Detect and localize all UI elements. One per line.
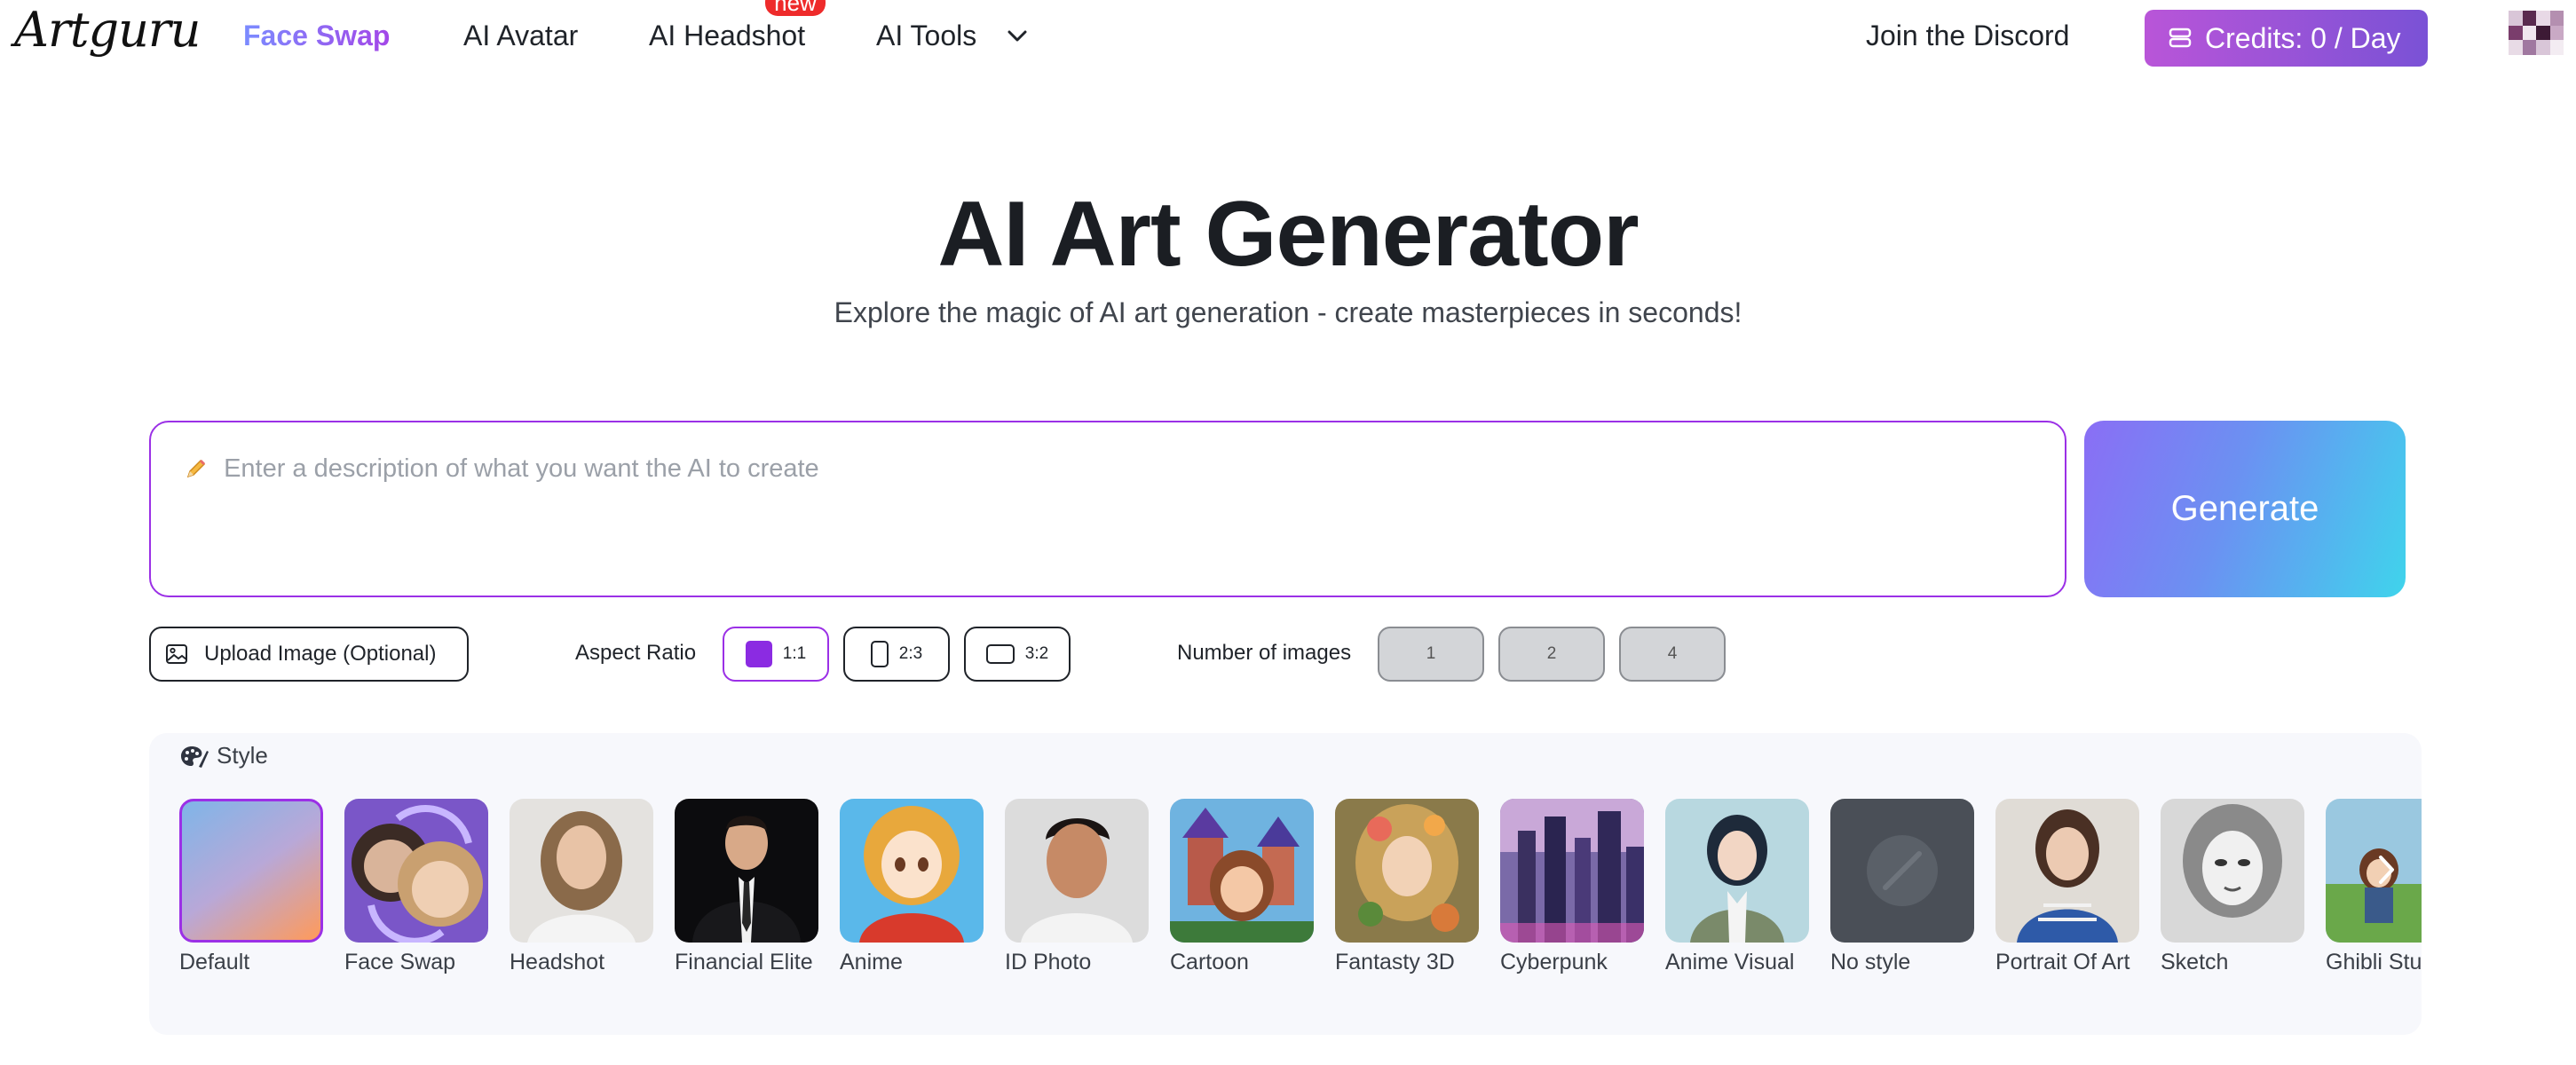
style-cartoon[interactable]: Cartoon	[1170, 799, 1314, 978]
style-headshot[interactable]: Headshot	[510, 799, 653, 978]
style-anime-thumb	[840, 799, 984, 943]
nav-ai-avatar[interactable]: AI Avatar	[463, 20, 578, 52]
number-of-images-label: Number of images	[1177, 641, 1352, 665]
style-face-swap-thumb	[344, 799, 488, 943]
style-fantasy-3d-thumb	[1335, 799, 1479, 943]
chevron-right-icon	[2379, 856, 2394, 884]
num-images-4-button[interactable]: 4	[1619, 627, 1726, 682]
no-style-icon	[1867, 835, 1938, 906]
style-anime-visual[interactable]: Anime Visual	[1665, 799, 1809, 978]
style-label: Sketch	[2161, 950, 2229, 974]
style-face-swap[interactable]: Face Swap	[344, 799, 488, 978]
ratio-1-1-button[interactable]: 1:1	[723, 627, 829, 682]
nav-face-swap[interactable]: Face Swap	[243, 20, 390, 52]
chevron-down-icon[interactable]	[1004, 23, 1031, 50]
upload-image-label: Upload Image (Optional)	[204, 642, 437, 666]
style-financial-elite-thumb	[675, 799, 818, 943]
style-cartoon-thumb	[1170, 799, 1314, 943]
style-default[interactable]: Default	[179, 799, 323, 978]
style-label: Face Swap	[344, 950, 456, 974]
style-no-style[interactable]: No style	[1830, 799, 1974, 978]
portrait-rect-icon	[870, 641, 889, 667]
style-sketch[interactable]: Sketch	[2161, 799, 2304, 978]
style-id-photo[interactable]: ID Photo	[1005, 799, 1149, 978]
style-label: Cyberpunk	[1500, 950, 1608, 974]
user-avatar[interactable]	[2509, 11, 2564, 55]
style-heading: Style	[217, 742, 268, 769]
ratio-3-2-label: 3:2	[1024, 644, 1049, 663]
style-headshot-thumb	[510, 799, 653, 943]
style-cyberpunk-thumb	[1500, 799, 1644, 943]
style-portrait-of-art-thumb	[1995, 799, 2139, 943]
top-nav: Artguru Face Swap AI Avatar AI Headshot …	[0, 0, 2576, 80]
style-label: ID Photo	[1005, 950, 1092, 974]
palette-icon	[181, 746, 209, 768]
style-label: Ghibli Studio	[2326, 950, 2422, 974]
style-label: Anime Visual	[1665, 950, 1795, 974]
style-header: Style	[179, 742, 268, 769]
style-anime[interactable]: Anime	[840, 799, 984, 978]
ratio-3-2-button[interactable]: 3:2	[964, 627, 1071, 682]
prompt-input[interactable]: Enter a description of what you want the…	[149, 421, 2066, 597]
style-next-button[interactable]	[2365, 843, 2407, 896]
pencil-icon	[185, 454, 215, 483]
nav-ai-headshot[interactable]: AI Headshot	[649, 20, 805, 52]
style-label: Headshot	[510, 950, 605, 974]
num-images-2-button[interactable]: 2	[1498, 627, 1605, 682]
ratio-2-3-label: 2:3	[898, 644, 923, 663]
join-discord-link[interactable]: Join the Discord	[1866, 20, 2069, 52]
nav-ai-tools[interactable]: AI Tools	[876, 20, 976, 52]
image-icon	[166, 644, 187, 664]
upload-image-button[interactable]: Upload Image (Optional)	[149, 627, 469, 682]
style-portrait-of-art[interactable]: Portrait Of Art	[1995, 799, 2139, 978]
style-default-thumb	[179, 799, 323, 943]
ratio-1-1-label: 1:1	[782, 644, 807, 663]
landscape-rect-icon	[985, 644, 1015, 664]
artguru-logo[interactable]: Artguru	[14, 2, 201, 58]
style-label: Fantasty 3D	[1335, 950, 1455, 974]
generate-button[interactable]: Generate	[2084, 421, 2406, 597]
style-sketch-thumb	[2161, 799, 2304, 943]
style-label: Financial Elite	[675, 950, 813, 974]
style-financial-elite[interactable]: Financial Elite	[675, 799, 818, 978]
square-icon	[745, 641, 772, 667]
credits-button[interactable]: Credits: 0 / Day	[2145, 10, 2428, 67]
aspect-ratio-label: Aspect Ratio	[575, 641, 697, 665]
page-title: AI Art Generator	[937, 183, 1639, 286]
ratio-2-3-button[interactable]: 2:3	[843, 627, 950, 682]
style-panel: Style Default Face Swap Headshot Financi…	[149, 733, 2422, 1035]
prompt-placeholder: Enter a description of what you want the…	[224, 454, 819, 483]
style-cyberpunk[interactable]: Cyberpunk	[1500, 799, 1644, 978]
style-anime-visual-thumb	[1665, 799, 1809, 943]
style-label: Default	[179, 950, 250, 974]
style-label: Portrait Of Art	[1995, 950, 2130, 974]
page-subtitle: Explore the magic of AI art generation -…	[834, 296, 1742, 328]
style-fantasy-3d[interactable]: Fantasty 3D	[1335, 799, 1479, 978]
style-label: No style	[1830, 950, 1911, 974]
style-label: Anime	[840, 950, 903, 974]
new-badge: new	[765, 0, 826, 16]
style-id-photo-thumb	[1005, 799, 1149, 943]
credits-label: Credits: 0 / Day	[2205, 21, 2401, 54]
style-no-style-thumb	[1830, 799, 1974, 943]
credits-icon	[2169, 28, 2192, 48]
num-images-1-button[interactable]: 1	[1378, 627, 1484, 682]
style-label: Cartoon	[1170, 950, 1249, 974]
